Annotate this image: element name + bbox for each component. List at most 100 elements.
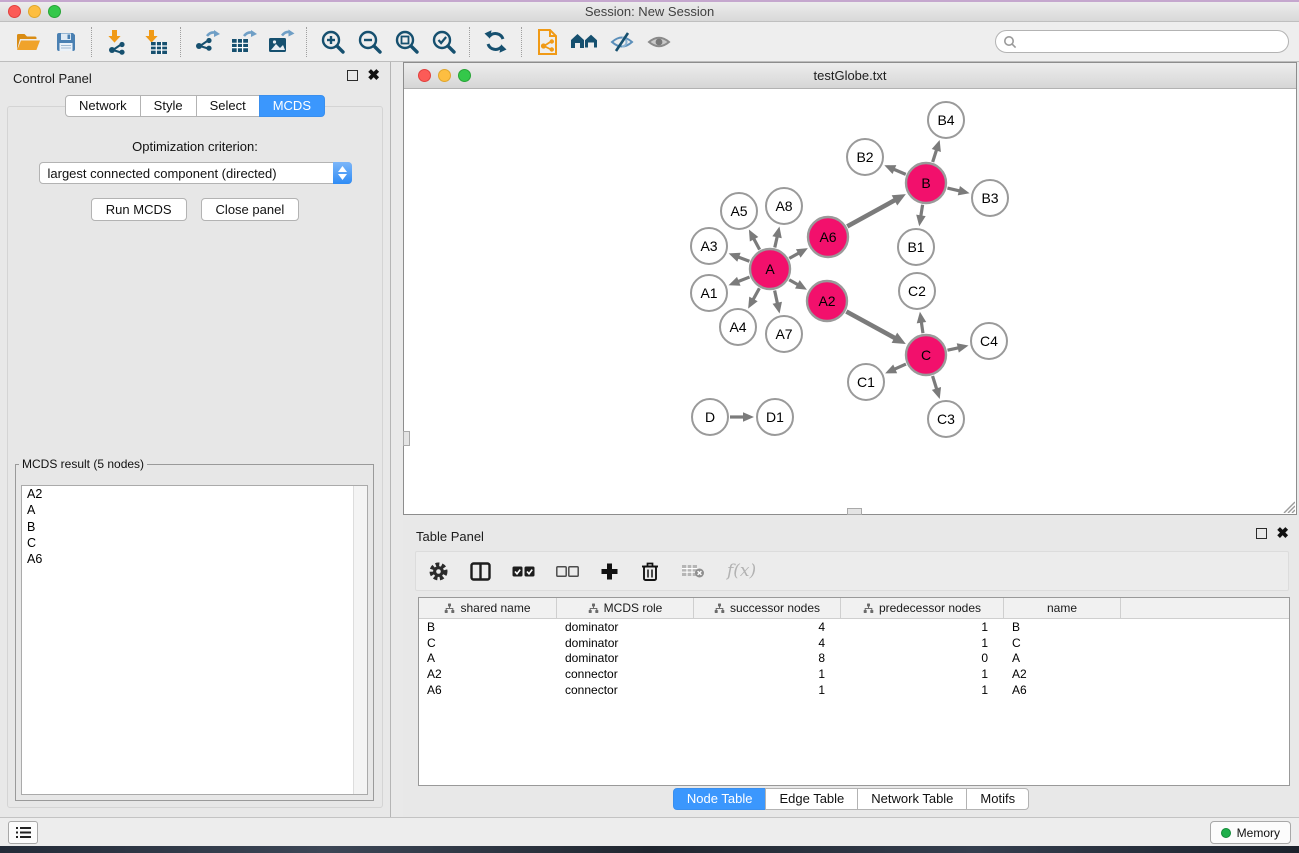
edge-A-A5[interactable] xyxy=(753,237,759,249)
edge-C-C3[interactable] xyxy=(933,376,937,390)
network-minimize-button[interactable] xyxy=(438,69,451,82)
table-cell[interactable]: connector xyxy=(557,683,694,697)
table-settings-button[interactable] xyxy=(428,561,449,582)
table-cell[interactable]: dominator xyxy=(557,620,694,634)
edge-B-B4[interactable] xyxy=(933,149,937,162)
zoom-in-button[interactable] xyxy=(314,25,351,59)
edge-B-B2[interactable] xyxy=(893,169,906,175)
zoom-window-button[interactable] xyxy=(48,5,61,18)
graph-node-C2[interactable]: C2 xyxy=(899,273,935,309)
search-input[interactable] xyxy=(1022,34,1281,50)
table-cell[interactable]: 1 xyxy=(841,620,1004,634)
resize-grip-bottom[interactable] xyxy=(847,508,862,515)
tab-select[interactable]: Select xyxy=(196,95,260,117)
edge-A-A1[interactable] xyxy=(737,277,750,282)
tab-node-table[interactable]: Node Table xyxy=(673,788,767,810)
graph-node-A4[interactable]: A4 xyxy=(720,309,756,345)
close-window-button[interactable] xyxy=(8,5,21,18)
column-header-mcds-role[interactable]: MCDS role xyxy=(557,598,694,618)
mcds-result-list[interactable]: A2ABCA6 xyxy=(21,485,368,795)
delete-column-button[interactable] xyxy=(640,561,660,582)
delete-table-button[interactable] xyxy=(681,563,706,579)
table-cell[interactable]: 8 xyxy=(694,651,841,665)
result-item[interactable]: C xyxy=(22,535,367,551)
edge-B-B3[interactable] xyxy=(947,188,960,191)
graph-node-B[interactable]: B xyxy=(906,163,946,203)
save-session-button[interactable] xyxy=(47,25,84,59)
graph-node-B3[interactable]: B3 xyxy=(972,180,1008,216)
home-networks-button[interactable] xyxy=(566,25,603,59)
tab-style[interactable]: Style xyxy=(140,95,197,117)
column-header-predecessor-nodes[interactable]: predecessor nodes xyxy=(841,598,1004,618)
task-history-button[interactable] xyxy=(8,821,38,844)
run-mcds-button[interactable]: Run MCDS xyxy=(91,198,187,221)
node-table[interactable]: shared nameMCDS rolesuccessor nodesprede… xyxy=(418,597,1290,786)
open-file-button[interactable] xyxy=(10,25,47,59)
table-cell[interactable]: A6 xyxy=(419,683,557,697)
network-window[interactable]: testGlobe.txt B4B2BB3A5A8A6B1A3AC2A1A2A4… xyxy=(403,62,1297,515)
table-cell[interactable]: A6 xyxy=(1004,683,1121,697)
table-cell[interactable]: C xyxy=(419,636,557,650)
network-window-titlebar[interactable]: testGlobe.txt xyxy=(404,63,1296,89)
titlebar[interactable]: Session: New Session xyxy=(0,2,1299,22)
column-header-successor-nodes[interactable]: successor nodes xyxy=(694,598,841,618)
import-network-button[interactable] xyxy=(99,25,136,59)
column-header-shared-name[interactable]: shared name xyxy=(419,598,557,618)
graph-node-C3[interactable]: C3 xyxy=(928,401,964,437)
table-cell[interactable]: 1 xyxy=(694,667,841,681)
table-cell[interactable]: A xyxy=(1004,651,1121,665)
table-cell[interactable]: 1 xyxy=(841,636,1004,650)
graph-node-A8[interactable]: A8 xyxy=(766,188,802,224)
create-column-button[interactable] xyxy=(600,562,619,581)
table-cell[interactable]: A xyxy=(419,651,557,665)
close-panel-button[interactable]: Close panel xyxy=(201,198,300,221)
graph-node-C[interactable]: C xyxy=(906,335,946,375)
float-table-panel-icon[interactable] xyxy=(1256,528,1267,539)
result-item[interactable]: A xyxy=(22,502,367,518)
table-cell[interactable]: B xyxy=(419,620,557,634)
zoom-out-button[interactable] xyxy=(351,25,388,59)
table-cell[interactable]: dominator xyxy=(557,636,694,650)
memory-button[interactable]: Memory xyxy=(1210,821,1291,844)
deselect-all-button[interactable] xyxy=(556,565,579,578)
result-item[interactable]: A2 xyxy=(22,486,367,502)
tab-network[interactable]: Network xyxy=(65,95,141,117)
tab-mcds[interactable]: MCDS xyxy=(259,95,325,117)
criterion-select[interactable]: largest connected component (directed) xyxy=(39,162,352,184)
table-row[interactable]: Bdominator41B xyxy=(419,619,1289,635)
table-cell[interactable]: A2 xyxy=(1004,667,1121,681)
network-canvas[interactable]: B4B2BB3A5A8A6B1A3AC2A1A2A4A7C4CC1C3DD1 xyxy=(404,89,1296,514)
zoom-fit-button[interactable] xyxy=(388,25,425,59)
edge-C-C1[interactable] xyxy=(893,364,906,370)
tab-edge-table[interactable]: Edge Table xyxy=(765,788,858,810)
table-cell[interactable]: 1 xyxy=(841,683,1004,697)
graph-node-C1[interactable]: C1 xyxy=(848,364,884,400)
table-cell[interactable]: 1 xyxy=(694,683,841,697)
table-row[interactable]: Cdominator41C xyxy=(419,635,1289,651)
select-all-button[interactable] xyxy=(512,565,535,578)
minimize-window-button[interactable] xyxy=(28,5,41,18)
edge-A6-B[interactable] xyxy=(847,199,896,226)
edge-A2-C[interactable] xyxy=(846,312,896,339)
tab-network-table[interactable]: Network Table xyxy=(857,788,967,810)
table-cell[interactable]: 0 xyxy=(841,651,1004,665)
graph-node-A7[interactable]: A7 xyxy=(766,316,802,352)
network-close-button[interactable] xyxy=(418,69,431,82)
graph-node-B1[interactable]: B1 xyxy=(898,229,934,265)
graph-node-D[interactable]: D xyxy=(692,399,728,435)
table-row[interactable]: A6connector11A6 xyxy=(419,682,1289,698)
hide-graphics-button[interactable] xyxy=(603,25,640,59)
column-header-name[interactable]: name xyxy=(1004,598,1121,618)
show-graphics-button[interactable] xyxy=(640,25,677,59)
graph-node-B2[interactable]: B2 xyxy=(847,139,883,175)
close-panel-icon[interactable]: ✖ xyxy=(367,70,380,81)
table-cell[interactable]: A2 xyxy=(419,667,557,681)
graph-node-A5[interactable]: A5 xyxy=(721,193,757,229)
graph-node-A6[interactable]: A6 xyxy=(808,217,848,257)
tab-motifs[interactable]: Motifs xyxy=(966,788,1029,810)
table-row[interactable]: Adominator80A xyxy=(419,651,1289,667)
graph-node-A1[interactable]: A1 xyxy=(691,275,727,311)
float-panel-icon[interactable] xyxy=(347,70,358,81)
show-column-panel-button[interactable] xyxy=(470,562,491,581)
edge-A-A7[interactable] xyxy=(775,291,778,305)
